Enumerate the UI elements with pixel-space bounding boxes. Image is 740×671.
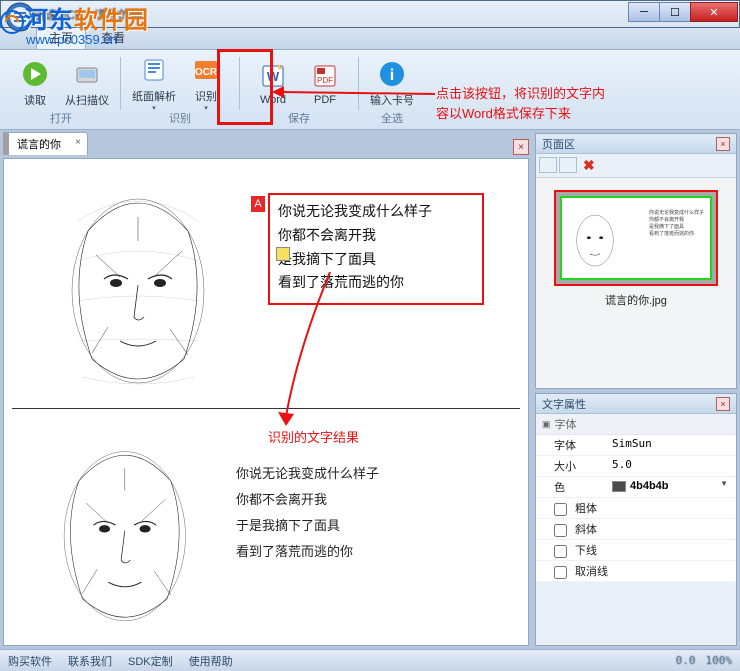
main-workspace: 谎言的你 × × [0, 130, 740, 649]
thumbnail-caption: 谎言的你.jpg [554, 286, 718, 308]
svg-text:i: i [390, 67, 394, 84]
document-tab[interactable]: 谎言的你 × [3, 132, 88, 155]
prop-color[interactable]: 色4b4b4b▼ [536, 477, 736, 498]
svg-text:OCR: OCR [195, 67, 218, 78]
dropdown-icon[interactable]: ▼ [720, 479, 732, 488]
svg-text:W: W [267, 69, 280, 84]
input-card-button[interactable]: i 输入卡号 [367, 53, 417, 113]
status-coord: 0.0 [676, 654, 696, 667]
tab-view[interactable]: 查看 [88, 25, 138, 49]
thumbnail-list: 你说无论我变成什么样子你都不会离开我是我摘下了面具看到了落荒而逃的你 谎言的你.… [536, 178, 736, 388]
window-titlebar: 捷速OCR - 谎言的你 ─ ☐ ✕ [0, 0, 740, 28]
face-sketch-thumb [570, 208, 620, 272]
result-text-block[interactable]: 你说无论我变成什么样子 你都不会离开我 于是我摘下了面具 看到了落荒而逃的你 [236, 461, 379, 565]
word-icon: W [257, 60, 289, 92]
ocr-button[interactable]: OCR 识别▾ [181, 53, 231, 113]
document-tabbar: 谎言的你 × × [3, 133, 529, 155]
prop-underline[interactable]: 下线 [536, 540, 736, 561]
result-label: 识别的文字结果 [268, 427, 359, 446]
properties-panel-header: 文字属性 × [536, 394, 736, 414]
status-zoom: 100% [706, 654, 733, 667]
close-button[interactable]: ✕ [690, 2, 738, 22]
ribbon-group-open: 读取 从扫描仪 [6, 53, 116, 126]
prop-italic[interactable]: 斜体 [536, 519, 736, 540]
pdf-icon: PDF [309, 60, 341, 92]
read-icon [19, 58, 51, 90]
status-link-buy[interactable]: 购买软件 [8, 653, 52, 669]
save-pdf-button[interactable]: PDF PDF [300, 53, 350, 113]
thumb-view-large[interactable] [539, 157, 557, 173]
close-tab-icon[interactable]: × [75, 137, 81, 148]
delete-page-button[interactable]: ✖ [583, 157, 595, 174]
status-link-contact[interactable]: 联系我们 [68, 653, 112, 669]
ocr-icon: OCR [190, 54, 222, 86]
result-page: 识别的文字结果 你说无论我变成什么样子 你都不会离开我 于是我摘下了面具 看到了… [12, 417, 520, 645]
close-panel-button[interactable]: × [716, 137, 730, 151]
prop-font[interactable]: 字体SimSun [536, 435, 736, 456]
side-panels: 页面区 × ✖ 你说无论我变成什么样子你都不会离开我是我摘下了面具看到 [532, 130, 740, 649]
prop-bold[interactable]: 粗体 [536, 498, 736, 519]
parse-button[interactable]: 纸面解析▾ [129, 53, 179, 113]
face-sketch-image [48, 181, 228, 397]
ribbon-toolbar: 读取 从扫描仪 纸面解析▾ OCR 识别▾ W Word [0, 50, 740, 130]
properties-panel: 文字属性 × ▣字体 字体SimSun 大小5.0 色4b4b4b▼ 粗体 斜体… [535, 393, 737, 646]
svg-text:PDF: PDF [317, 76, 333, 85]
status-link-sdk[interactable]: SDK定制 [128, 653, 173, 669]
underline-checkbox[interactable] [554, 543, 567, 560]
parse-icon [138, 54, 170, 86]
minimize-button[interactable]: ─ [628, 2, 660, 22]
ribbon-group-recognize: 纸面解析▾ OCR 识别▾ [125, 53, 235, 126]
document-view[interactable]: A 你说无论我变成什么样子 你都不会离开我 是我摘下了面具 看到了落荒而逃的你 [3, 158, 529, 646]
source-image-page: A 你说无论我变成什么样子 你都不会离开我 是我摘下了面具 看到了落荒而逃的你 [12, 167, 520, 409]
status-link-help[interactable]: 使用帮助 [189, 653, 233, 669]
status-bar: 购买软件 联系我们 SDK定制 使用帮助 0.0 100% [0, 649, 740, 671]
prop-size[interactable]: 大小5.0 [536, 456, 736, 477]
ribbon-group-select: i 输入卡号 [363, 53, 421, 126]
read-button[interactable]: 读取 [10, 53, 60, 113]
ocr-selection-box[interactable]: A 你说无论我变成什么样子 你都不会离开我 是我摘下了面具 看到了落荒而逃的你 [268, 193, 484, 305]
face-sketch-image [42, 435, 208, 634]
scan-button[interactable]: 从扫描仪 [62, 53, 112, 113]
close-panel-button[interactable]: × [716, 397, 730, 411]
save-word-button[interactable]: W Word [248, 53, 298, 113]
pages-panel: 页面区 × ✖ 你说无论我变成什么样子你都不会离开我是我摘下了面具看到 [535, 133, 737, 389]
scanner-icon [71, 58, 103, 90]
prop-strike[interactable]: 取消线 [536, 561, 736, 582]
color-swatch [612, 481, 626, 492]
thumb-view-small[interactable] [559, 157, 577, 173]
maximize-button[interactable]: ☐ [659, 2, 691, 22]
ribbon-group-save: W Word PDF PDF [244, 53, 354, 126]
window-controls: ─ ☐ ✕ [628, 2, 738, 22]
tab-main[interactable]: 主页 [36, 25, 86, 49]
thumbnail-toolbar: ✖ [536, 154, 736, 178]
pages-panel-header: 页面区 × [536, 134, 736, 154]
properties-grid: ▣字体 字体SimSun 大小5.0 色4b4b4b▼ 粗体 斜体 下线 取消线 [536, 414, 736, 582]
page-thumbnail[interactable]: 你说无论我变成什么样子你都不会离开我是我摘下了面具看到了落荒而逃的你 [554, 190, 718, 286]
anchor-marker [276, 247, 290, 261]
ribbon-tabs: 主页 查看 [0, 28, 740, 50]
thumb-text-preview: 你说无论我变成什么样子你都不会离开我是我摘下了面具看到了落荒而逃的你 [649, 210, 704, 238]
close-pane-button[interactable]: × [513, 139, 529, 155]
document-pane: 谎言的你 × × [0, 130, 532, 649]
info-icon: i [376, 58, 408, 90]
italic-checkbox[interactable] [554, 522, 567, 539]
strike-checkbox[interactable] [554, 564, 567, 581]
text-region-marker: A [250, 195, 266, 213]
app-menu-orb[interactable] [4, 1, 36, 43]
bold-checkbox[interactable] [554, 501, 567, 518]
prop-category-font[interactable]: ▣字体 [536, 414, 736, 435]
tutorial-annotation-save: 点击该按钮，将识别的文字内 容以Word格式保存下来 [436, 84, 605, 123]
